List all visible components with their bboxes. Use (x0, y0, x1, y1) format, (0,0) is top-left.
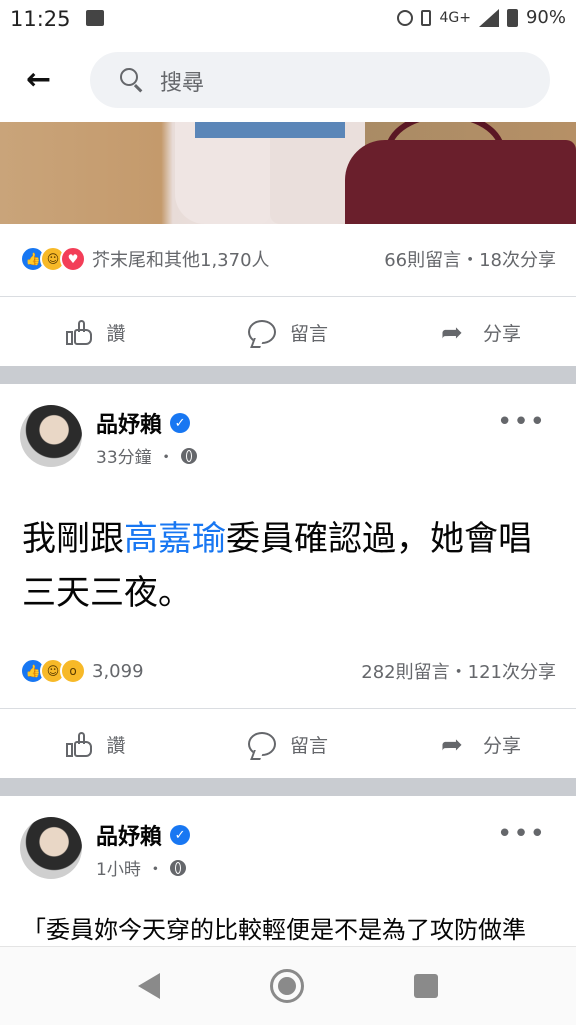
love-reaction-icon: ♥ (60, 246, 86, 272)
verified-badge-icon: ✓ (170, 413, 191, 433)
like-button[interactable]: 讚 (0, 297, 192, 367)
more-options-icon[interactable]: ••• (497, 407, 546, 437)
image-notification-icon (86, 10, 104, 26)
comment-count[interactable]: 66則留言 (384, 246, 461, 272)
signal-icon (478, 8, 499, 27)
status-bar: 11:25 4G+ 90% (0, 0, 576, 40)
more-options-icon[interactable]: ••• (497, 819, 546, 849)
share-count[interactable]: 121次分享 (468, 658, 556, 684)
like-icon (66, 319, 93, 345)
like-button[interactable]: 讚 (0, 709, 192, 779)
photo-detail (345, 140, 576, 224)
post1-action-row: 讚 留言 ➦ 分享 (0, 296, 576, 367)
search-placeholder: 搜尋 (160, 71, 205, 96)
comment-button[interactable]: 留言 (192, 297, 384, 367)
share-icon: ➦ (440, 730, 463, 760)
photo-detail (195, 122, 345, 138)
separator: ・ (449, 662, 468, 683)
share-label: 分享 (482, 734, 521, 757)
comment-icon (247, 320, 276, 344)
post-photo[interactable] (0, 122, 576, 224)
alarm-icon (397, 9, 414, 26)
post3-text: 「委員妳今天穿的比較輕便是不是為了攻防做準 (22, 916, 526, 944)
post-meta: 33分鐘 ・ (96, 443, 197, 468)
like-label: 讚 (106, 322, 126, 345)
dot-separator: ・ (146, 860, 164, 880)
public-globe-icon (169, 859, 186, 876)
post1-reactions-row[interactable]: 👍 ☺ ♥ 芥末尾和其他1,370人 66則留言 ・ 18次分享 (20, 244, 556, 274)
system-nav-bar (0, 946, 576, 1025)
author-name[interactable]: 品妤賴 ✓ (96, 819, 191, 851)
wow-reaction-icon: o (60, 658, 86, 684)
post-text-part: 我剛跟 (22, 519, 124, 559)
dot-separator: ・ (157, 448, 175, 468)
search-header: ← 搜尋 (0, 40, 576, 122)
nav-home-icon[interactable] (270, 969, 304, 1003)
post2-text: 我剛跟高嘉瑜委員確認過，她會唱三天三夜。 (22, 512, 562, 620)
avatar[interactable] (20, 817, 82, 879)
post-meta: 1小時 ・ (96, 855, 186, 880)
network-type: 4G+ (439, 9, 471, 26)
comment-icon (247, 732, 276, 756)
search-input[interactable]: 搜尋 (90, 52, 550, 108)
post-time[interactable]: 33分鐘 (96, 443, 152, 468)
back-arrow-icon[interactable]: ← (26, 62, 66, 98)
reaction-count[interactable]: 3,099 (92, 661, 144, 682)
nav-back-icon[interactable] (138, 973, 160, 999)
public-globe-icon (180, 447, 197, 464)
comment-button[interactable]: 留言 (192, 709, 384, 779)
verified-badge-icon: ✓ (170, 825, 191, 845)
author-label: 品妤賴 (96, 413, 163, 438)
share-button[interactable]: ➦ 分享 (384, 709, 576, 779)
comment-count[interactable]: 282則留言 (361, 658, 449, 684)
avatar[interactable] (20, 405, 82, 467)
share-icon: ➦ (440, 318, 463, 348)
comment-label: 留言 (289, 322, 328, 345)
post3-header: 品妤賴 ✓ 1小時 ・ ••• (0, 817, 576, 897)
battery-percent: 90% (525, 7, 566, 28)
vibrate-icon (421, 9, 432, 26)
author-label: 品妤賴 (96, 825, 163, 850)
like-icon (66, 731, 93, 757)
nav-recents-icon[interactable] (414, 974, 438, 998)
post2-reactions-row[interactable]: 👍 ☺ o 3,099 282則留言 ・ 121次分享 (20, 656, 556, 686)
share-label: 分享 (482, 322, 521, 345)
battery-icon (506, 8, 518, 27)
post2-action-row: 讚 留言 ➦ 分享 (0, 708, 576, 779)
reaction-summary[interactable]: 芥末尾和其他1,370人 (92, 246, 270, 272)
comment-label: 留言 (289, 734, 328, 757)
share-count[interactable]: 18次分享 (479, 246, 556, 272)
status-time: 11:25 (10, 7, 71, 31)
share-button[interactable]: ➦ 分享 (384, 297, 576, 367)
post-time[interactable]: 1小時 (96, 855, 141, 880)
separator: ・ (461, 250, 480, 271)
mention-link[interactable]: 高嘉瑜 (124, 519, 226, 559)
like-label: 讚 (106, 734, 126, 757)
post-divider (0, 366, 576, 384)
search-icon (120, 68, 138, 86)
post-divider (0, 778, 576, 796)
status-icons: 4G+ 90% (397, 7, 566, 28)
post2-header: 品妤賴 ✓ 33分鐘 ・ ••• (0, 405, 576, 485)
author-name[interactable]: 品妤賴 ✓ (96, 407, 191, 439)
